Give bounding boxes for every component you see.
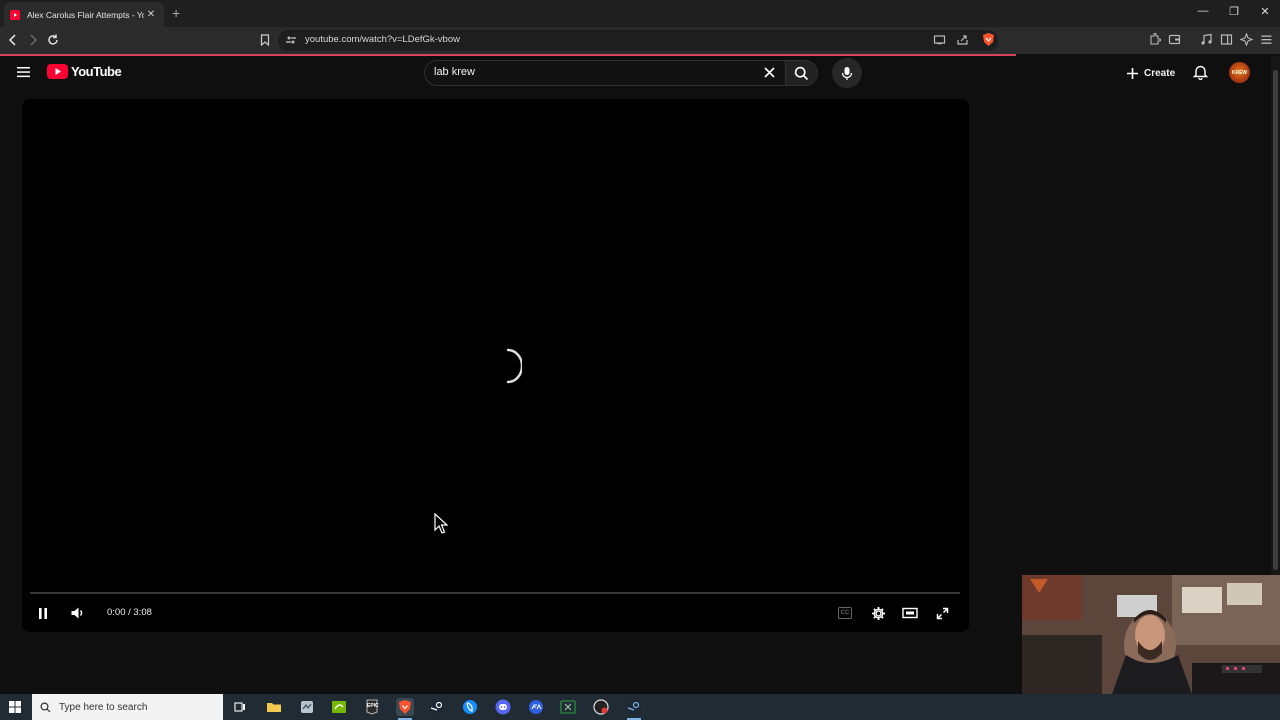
search-button[interactable] — [786, 60, 818, 86]
app-icon-gray[interactable] — [298, 698, 316, 716]
cc-icon: CC — [837, 607, 853, 619]
reload-icon — [48, 34, 58, 45]
taskbar-search-placeholder: Type here to search — [59, 701, 148, 713]
new-tab-button[interactable]: + — [172, 6, 180, 20]
ea-app-icon[interactable] — [527, 698, 545, 716]
avatar[interactable]: KREW — [1229, 62, 1250, 83]
wallet-icon[interactable] — [1168, 33, 1182, 47]
volume-button[interactable] — [67, 603, 87, 623]
xbox-app-icon[interactable] — [559, 698, 577, 716]
discord-icon[interactable] — [494, 698, 512, 716]
guide-menu-button[interactable] — [16, 65, 31, 79]
close-icon — [764, 67, 775, 78]
window-restore-button[interactable]: ❐ — [1219, 5, 1249, 18]
fullscreen-icon — [936, 607, 948, 619]
epic-label: EPIC — [367, 703, 379, 709]
speaker-icon — [71, 607, 82, 619]
clear-search-button[interactable] — [763, 66, 776, 79]
hamburger-icon — [17, 67, 30, 78]
taskbar-search-box[interactable]: Type here to search — [32, 694, 223, 720]
notifications-button[interactable] — [1193, 64, 1208, 80]
browser-tab[interactable]: Alex Carolus Flair Attempts - YouTube ✕ — [4, 2, 164, 27]
create-button[interactable]: Create — [1120, 60, 1181, 86]
brave-browser-icon[interactable] — [396, 698, 414, 720]
share-icon[interactable] — [956, 33, 970, 47]
search-icon — [40, 701, 51, 712]
tab-close-icon[interactable]: ✕ — [144, 9, 158, 20]
video-player[interactable] — [22, 99, 969, 632]
file-explorer-icon[interactable] — [265, 698, 283, 716]
task-view-icon[interactable] — [231, 698, 249, 716]
search-input[interactable]: lab krew — [434, 66, 475, 78]
youtube-logo[interactable]: YouTube — [47, 64, 122, 79]
plus-icon — [1127, 67, 1138, 79]
theater-mode-button[interactable] — [900, 603, 920, 623]
theater-icon — [902, 607, 918, 619]
create-label: Create — [1144, 67, 1176, 79]
menu-icon[interactable] — [1260, 33, 1274, 47]
tab-title: Alex Carolus Flair Attempts - YouTube — [27, 9, 144, 20]
start-button[interactable] — [9, 701, 21, 713]
search-box[interactable] — [424, 60, 786, 86]
scrollbar-thumb[interactable] — [1273, 70, 1278, 570]
pause-icon — [39, 607, 47, 619]
steam-icon[interactable] — [428, 698, 446, 716]
webcam-overlay — [1022, 575, 1280, 694]
mouse-cursor-icon — [434, 513, 448, 534]
gear-icon — [871, 606, 885, 620]
epic-games-icon[interactable]: EPIC — [363, 698, 381, 716]
media-icon[interactable] — [1200, 33, 1214, 47]
youtube-play-logo-icon — [47, 64, 68, 79]
settings-button[interactable] — [868, 603, 888, 623]
loading-spinner-icon — [502, 348, 522, 384]
arrow-left-icon — [8, 34, 16, 46]
windows-logo-icon — [9, 701, 21, 713]
brave-shields-icon[interactable] — [981, 32, 995, 46]
extensions-icon[interactable] — [1148, 33, 1162, 47]
webcam-feed-image — [1022, 575, 1280, 694]
site-info-icon[interactable] — [285, 34, 299, 48]
reload-button[interactable] — [45, 32, 61, 48]
voice-search-button[interactable] — [832, 58, 862, 88]
leo-ai-icon[interactable] — [1240, 33, 1254, 47]
search-icon — [794, 66, 809, 80]
bell-icon — [1193, 65, 1208, 80]
microphone-icon — [841, 66, 853, 80]
back-button[interactable] — [5, 32, 21, 48]
browser-tab-strip — [0, 0, 1280, 27]
fullscreen-button[interactable] — [932, 603, 952, 623]
nvidia-icon[interactable] — [330, 698, 348, 716]
pause-button[interactable] — [33, 603, 53, 623]
arrow-right-icon — [30, 34, 38, 46]
time-display: 0:00 / 3:08 — [107, 607, 152, 618]
obs-record-icon[interactable] — [592, 698, 610, 716]
window-close-button[interactable]: ✕ — [1250, 5, 1280, 18]
youtube-favicon-icon — [10, 9, 20, 20]
sidebar-icon[interactable] — [1220, 33, 1234, 47]
youtube-logo-text: YouTube — [71, 64, 122, 79]
subtitles-button[interactable]: CC — [835, 603, 855, 623]
forward-button[interactable] — [25, 32, 41, 48]
steam-icon-active[interactable] — [625, 698, 643, 720]
bookmark-button[interactable] — [257, 32, 273, 48]
bookmark-icon — [260, 34, 270, 46]
url-text[interactable]: youtube.com/watch?v=LDefGk-vbow — [305, 34, 460, 45]
video-progress-bar[interactable] — [30, 592, 960, 594]
battlenet-icon[interactable] — [461, 698, 479, 716]
cast-icon[interactable] — [933, 33, 947, 47]
window-minimize-button[interactable]: — — [1188, 5, 1218, 17]
